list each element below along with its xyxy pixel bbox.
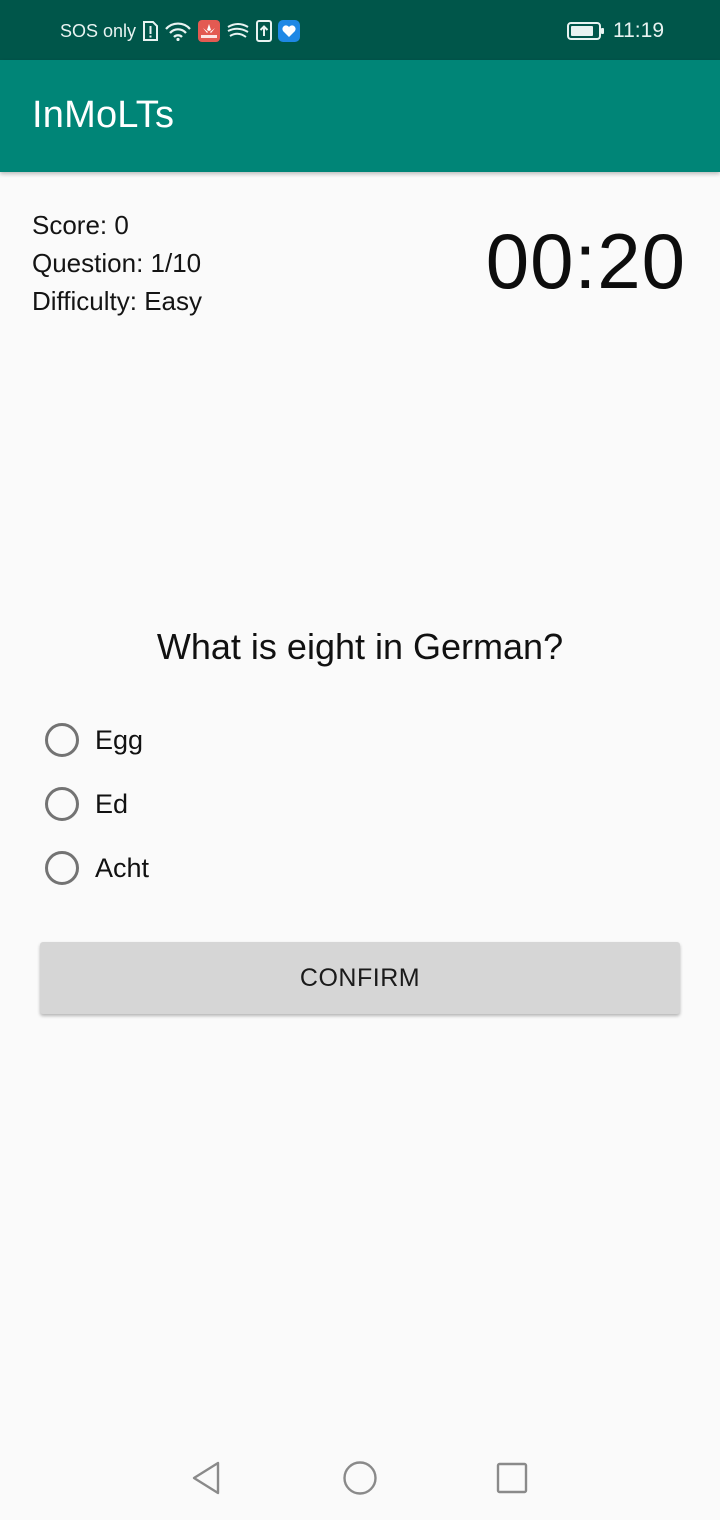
app-title: InMoLTs: [32, 94, 175, 136]
upload-icon: [256, 20, 273, 42]
radio-button-icon[interactable]: [45, 851, 79, 885]
status-right: 11:19: [567, 18, 664, 44]
clock-text: 11:19: [613, 19, 664, 42]
answer-option-acht[interactable]: Acht: [40, 836, 149, 900]
question-text: What is eight in German?: [156, 626, 564, 667]
confirm-button[interactable]: CONFIRM: [40, 942, 680, 1014]
score-label: Score: 0: [32, 210, 129, 240]
question-count-label: Question: 1/10: [32, 248, 202, 278]
answer-option-label: Acht: [95, 852, 150, 883]
status-bar: SOS only 11:19: [0, 0, 720, 60]
app-bar: InMoLTs: [0, 60, 720, 172]
answer-option-egg[interactable]: Egg: [40, 708, 149, 772]
battery-icon: [567, 21, 605, 41]
home-icon[interactable]: [340, 1458, 380, 1498]
recents-icon[interactable]: [492, 1458, 532, 1498]
back-icon[interactable]: [186, 1458, 226, 1498]
navigation-bar: [0, 1432, 720, 1520]
countdown-timer: 00:20: [485, 217, 686, 305]
sim-alert-icon: [142, 21, 159, 41]
wifi-icon: [164, 21, 192, 41]
answer-option-ed[interactable]: Ed: [40, 772, 149, 836]
answer-option-label: Egg: [95, 724, 144, 755]
heart-app-icon: [278, 20, 301, 42]
carrier-text: SOS only: [60, 20, 137, 41]
swirl-app-icon: [226, 21, 250, 41]
difficulty-label: Difficulty: Easy: [32, 286, 203, 316]
status-left: SOS only: [60, 18, 301, 44]
quiz-info: Score: 0 Question: 1/10 Difficulty: Easy: [32, 206, 202, 320]
answer-option-label: Ed: [95, 788, 129, 819]
radio-button-icon[interactable]: [45, 787, 79, 821]
huawei-app-icon: [198, 20, 221, 42]
answer-radio-group: Egg Ed Acht: [40, 708, 149, 900]
radio-button-icon[interactable]: [45, 723, 79, 757]
